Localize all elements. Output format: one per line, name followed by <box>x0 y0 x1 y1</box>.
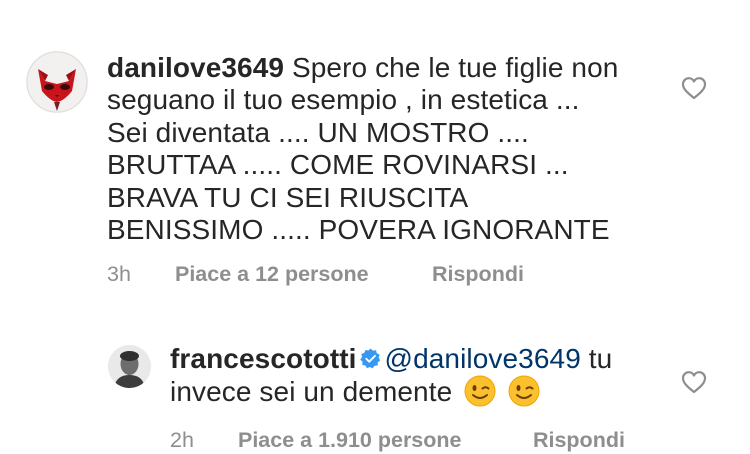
mention-link[interactable]: @danilove3649 <box>385 343 581 374</box>
likes-count-link[interactable]: Piace a 12 persone <box>175 262 426 287</box>
likes-count-link[interactable]: Piace a 1.910 persone <box>238 428 527 453</box>
verified-badge-icon <box>359 348 380 369</box>
comment-username[interactable]: francescototti <box>170 343 357 374</box>
comment-line-2: invece sei un demente <box>170 376 453 408</box>
comment-line-2: seguano il tuo esempio , in estetica ... <box>107 84 580 116</box>
comment-line-3: Sei diventata .... UN MOSTRO .... <box>107 116 529 148</box>
reply-button[interactable]: Rispondi <box>533 428 625 453</box>
comment-time: 2h <box>170 428 194 452</box>
comment-line-5: BRAVA TU CI SEI RIUSCITA <box>107 181 469 213</box>
reply-button[interactable]: Rispondi <box>432 262 524 287</box>
comment-line-4: BRUTTAA ..... COME ROVINARSI ... <box>107 149 569 181</box>
profile-photo-icon <box>108 345 151 388</box>
red-cat-mask-icon <box>26 51 88 113</box>
avatar-francescototti[interactable] <box>108 345 151 388</box>
comment-text-francescototti: francescototti @danilove3649 tu invece s… <box>170 343 650 409</box>
comment-text-after-mention: tu <box>588 343 613 374</box>
comment-meta-francescototti: 2h Piace a 1.910 persone Rispondi <box>170 428 625 453</box>
comment-meta-danilove3649: 3h Piace a 12 persone Rispondi <box>107 262 524 287</box>
winking-face-emoji-icon <box>464 375 496 407</box>
comment-text-danilove3649: danilove3649 Spero che le tue figlie non… <box>107 52 647 246</box>
comment-line-6: BENISSIMO ..... POVERA IGNORANTE <box>107 214 610 246</box>
winking-face-emoji-icon <box>508 375 540 407</box>
comment-time: 3h <box>107 262 131 286</box>
like-heart-icon[interactable] <box>681 370 707 394</box>
like-heart-icon[interactable] <box>681 76 707 100</box>
avatar-danilove3649[interactable] <box>26 51 88 113</box>
comment-username[interactable]: danilove3649 <box>107 52 284 83</box>
comment-line-1: Spero che le tue figlie non <box>291 52 619 83</box>
